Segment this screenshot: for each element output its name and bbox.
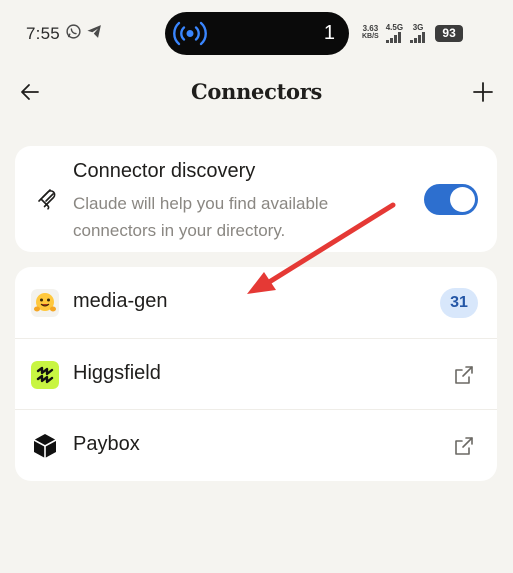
signal-4g-label: 4.5G bbox=[385, 23, 404, 32]
connector-row-paybox[interactable]: Paybox bbox=[15, 409, 497, 480]
status-notification-icons bbox=[65, 23, 103, 40]
dynamic-island: 1 bbox=[165, 12, 349, 55]
connector-discovery-icon bbox=[38, 189, 56, 210]
broadcast-icon bbox=[173, 21, 207, 46]
network-speed-unit: KB/S bbox=[362, 33, 379, 40]
plus-icon[interactable] bbox=[471, 80, 495, 104]
connector-name: Higgsfield bbox=[73, 362, 161, 384]
status-time: 7:55 bbox=[26, 24, 60, 43]
external-link-icon[interactable] bbox=[452, 363, 476, 387]
network-speed: 3.63 KB/S bbox=[362, 25, 379, 41]
telegram-icon bbox=[87, 25, 101, 38]
connector-row-media-gen[interactable]: media-gen 31 bbox=[15, 267, 497, 338]
page-title: Connectors bbox=[191, 79, 322, 104]
signal-3g-label: 3G bbox=[412, 23, 424, 32]
hugging-face-icon bbox=[31, 289, 59, 317]
island-counter: 1 bbox=[323, 22, 335, 44]
toggle-knob bbox=[450, 187, 475, 212]
status-right-icons: 3.63 KB/S 4.5G 3G 93 bbox=[362, 22, 464, 44]
discovery-toggle[interactable] bbox=[424, 184, 478, 215]
network-speed-value: 3.63 bbox=[362, 24, 379, 33]
battery-indicator: 93 bbox=[435, 24, 464, 42]
connector-row-higgsfield[interactable]: Higgsfield bbox=[15, 338, 497, 409]
external-link-icon[interactable] bbox=[452, 434, 476, 458]
status-bar: 7:55 1 3.63 KB/S 4.5G 3G 93 bbox=[0, 0, 513, 62]
connector-name: Paybox bbox=[73, 433, 140, 455]
discovery-description: Claude will help you find available conn… bbox=[73, 194, 329, 240]
app-header: Connectors bbox=[0, 72, 513, 112]
paybox-icon bbox=[33, 434, 57, 458]
discovery-title: Connector discovery bbox=[73, 160, 256, 182]
signal-bars-icon bbox=[386, 32, 402, 43]
connectors-list: media-gen 31 Higgsfield Paybox bbox=[15, 267, 497, 481]
tool-count-badge: 31 bbox=[440, 288, 478, 318]
signal-bars-icon bbox=[410, 32, 426, 43]
signal-4g: 4.5G bbox=[386, 23, 403, 43]
higgsfield-icon bbox=[31, 361, 59, 389]
connector-discovery-card: Connector discovery Claude will help you… bbox=[15, 146, 497, 252]
connector-name: media-gen bbox=[73, 290, 168, 312]
whatsapp-icon bbox=[66, 24, 81, 39]
signal-3g: 3G bbox=[410, 23, 426, 43]
